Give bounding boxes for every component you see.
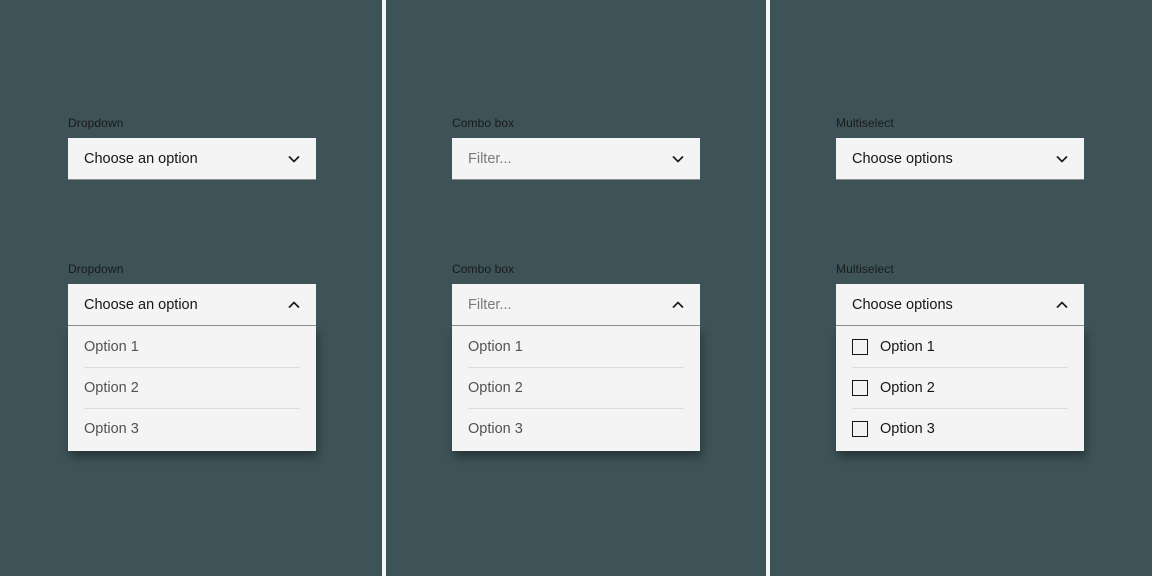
chevron-down-icon	[286, 151, 302, 167]
option-label: Option 2	[84, 380, 139, 396]
dropdown-value: Choose an option	[84, 151, 198, 167]
option-label: Option 3	[468, 421, 523, 437]
multiselect-label: Multiselect	[836, 262, 1084, 276]
dropdown-label: Dropdown	[68, 116, 316, 130]
combobox-option[interactable]: Option 1	[452, 326, 700, 367]
combobox-column: Combo box Filter... Combo box Filter... …	[384, 0, 768, 576]
combobox-open-group: Combo box Filter... Option 1 Option 2 Op…	[452, 262, 700, 451]
combobox-menu: Option 1 Option 2 Option 3	[452, 326, 700, 451]
dropdown-trigger[interactable]: Choose an option	[68, 138, 316, 180]
multiselect-label: Multiselect	[836, 116, 1084, 130]
combobox-label: Combo box	[452, 116, 700, 130]
multiselect-option[interactable]: Option 2	[836, 367, 1084, 408]
checkbox-icon[interactable]	[852, 380, 868, 396]
multiselect-menu: Option 1 Option 2 Option 3	[836, 326, 1084, 451]
dropdown-menu: Option 1 Option 2 Option 3	[68, 326, 316, 451]
chevron-up-icon	[1054, 297, 1070, 313]
option-label: Option 3	[84, 421, 139, 437]
dropdown-option[interactable]: Option 3	[68, 408, 316, 449]
multiselect-column: Multiselect Choose options Multiselect C…	[768, 0, 1152, 576]
combobox-placeholder: Filter...	[468, 151, 512, 167]
chevron-down-icon	[1054, 151, 1070, 167]
option-label: Option 3	[880, 421, 935, 437]
chevron-up-icon	[670, 297, 686, 313]
multiselect-value: Choose options	[852, 151, 953, 167]
dropdown-column: Dropdown Choose an option Dropdown Choos…	[0, 0, 384, 576]
dropdown-closed-group: Dropdown Choose an option	[68, 116, 316, 180]
multiselect-open-group: Multiselect Choose options Option 1 Opti…	[836, 262, 1084, 451]
chevron-up-icon	[286, 297, 302, 313]
option-label: Option 1	[468, 339, 523, 355]
option-label: Option 1	[84, 339, 139, 355]
option-label: Option 2	[468, 380, 523, 396]
dropdown-trigger-open[interactable]: Choose an option	[68, 284, 316, 326]
chevron-down-icon	[670, 151, 686, 167]
multiselect-closed-group: Multiselect Choose options	[836, 116, 1084, 180]
combobox-label: Combo box	[452, 262, 700, 276]
combobox-placeholder: Filter...	[468, 297, 512, 313]
combobox-option[interactable]: Option 2	[452, 367, 700, 408]
combobox-trigger[interactable]: Filter...	[452, 138, 700, 180]
dropdown-open-group: Dropdown Choose an option Option 1 Optio…	[68, 262, 316, 451]
multiselect-trigger-open[interactable]: Choose options	[836, 284, 1084, 326]
checkbox-icon[interactable]	[852, 421, 868, 437]
multiselect-trigger[interactable]: Choose options	[836, 138, 1084, 180]
dropdown-option[interactable]: Option 2	[68, 367, 316, 408]
combobox-closed-group: Combo box Filter...	[452, 116, 700, 180]
multiselect-option[interactable]: Option 1	[836, 326, 1084, 367]
multiselect-option[interactable]: Option 3	[836, 408, 1084, 449]
combobox-option[interactable]: Option 3	[452, 408, 700, 449]
multiselect-value: Choose options	[852, 297, 953, 313]
option-label: Option 1	[880, 339, 935, 355]
checkbox-icon[interactable]	[852, 339, 868, 355]
option-label: Option 2	[880, 380, 935, 396]
dropdown-label: Dropdown	[68, 262, 316, 276]
combobox-input[interactable]: Filter...	[452, 284, 700, 326]
dropdown-value: Choose an option	[84, 297, 198, 313]
dropdown-option[interactable]: Option 1	[68, 326, 316, 367]
